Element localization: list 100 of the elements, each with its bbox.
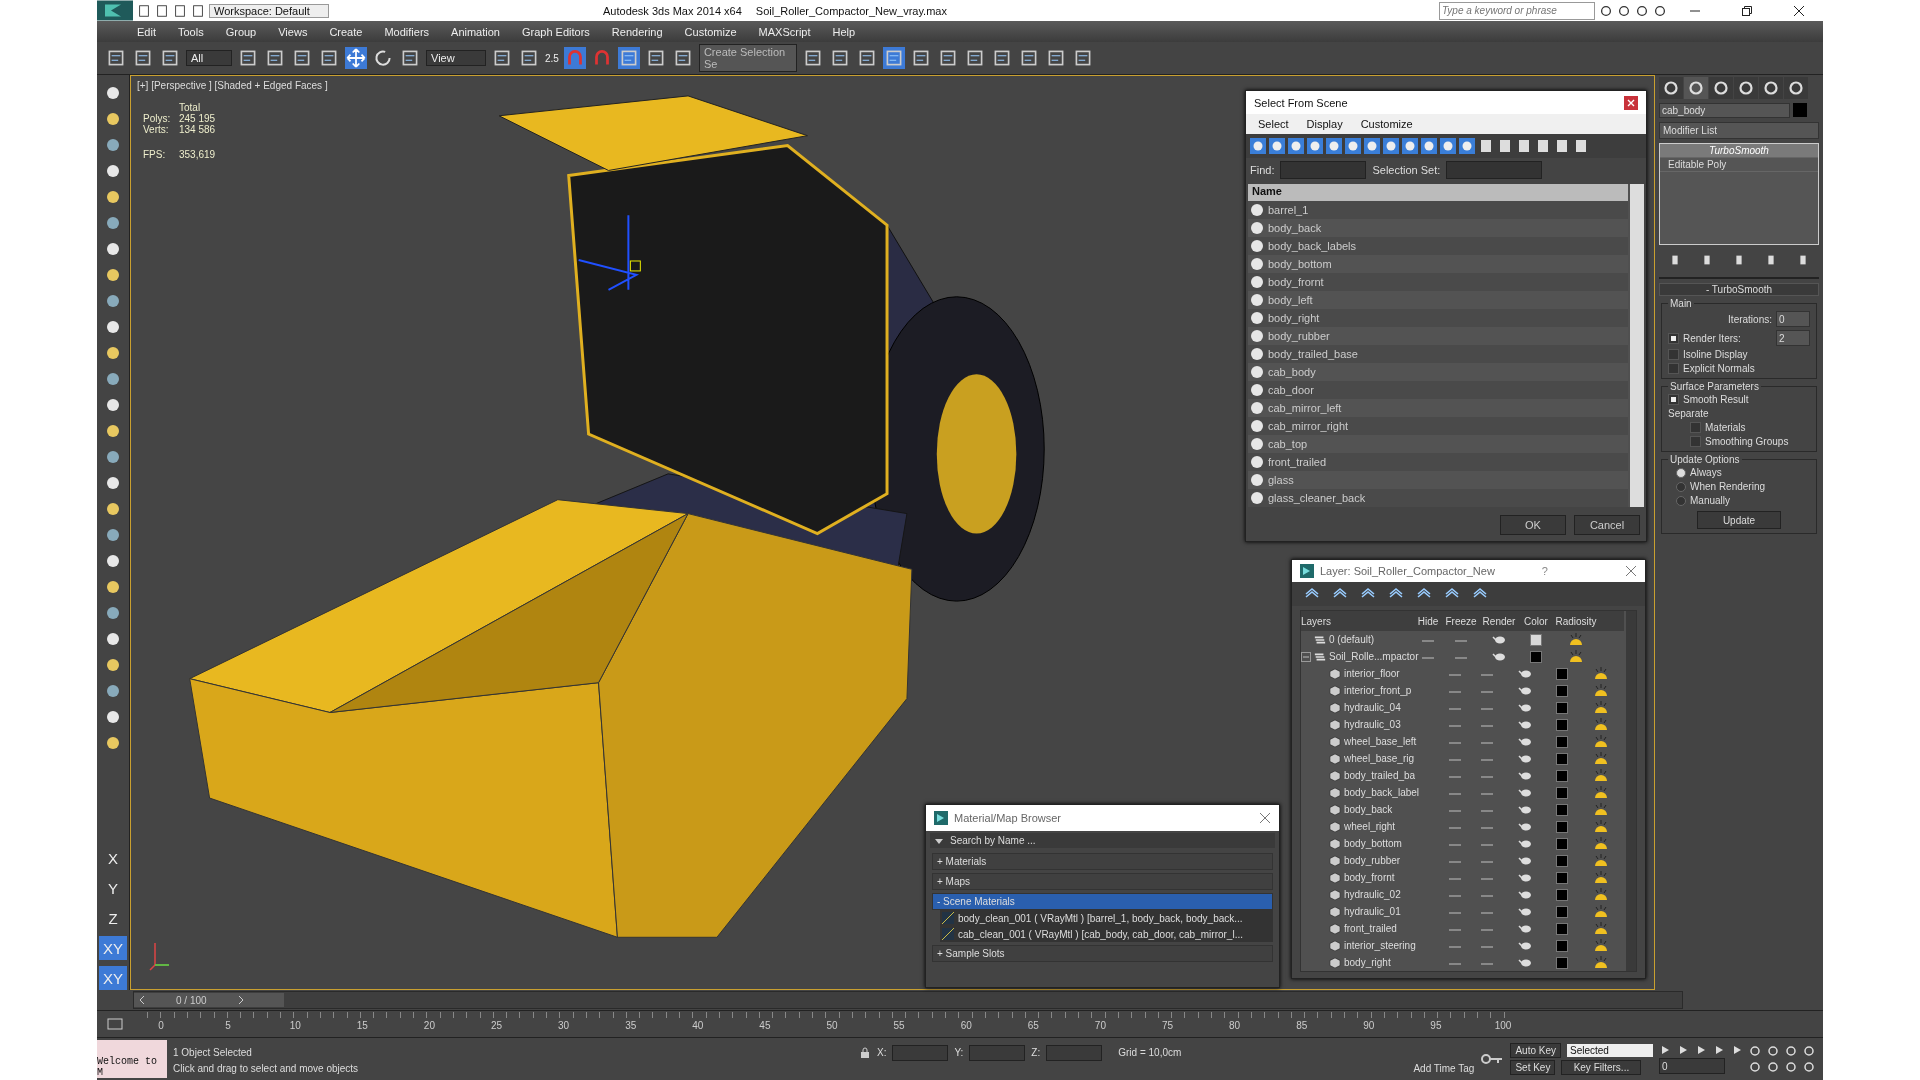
menu-item[interactable]: Rendering xyxy=(611,25,663,38)
menu-item[interactable]: Tools xyxy=(177,25,204,38)
sun-icon[interactable] xyxy=(1593,801,1610,816)
collapse-icon[interactable] xyxy=(1301,651,1311,662)
material-group-header[interactable]: - Scene Materials xyxy=(932,893,1273,910)
move-icon[interactable] xyxy=(345,47,367,69)
object-name[interactable]: wheel_right xyxy=(1344,821,1396,832)
radio-button[interactable] xyxy=(1676,481,1686,492)
checkbox[interactable] xyxy=(1668,363,1679,374)
help-tool-icon[interactable] xyxy=(1599,3,1613,18)
menu-item[interactable]: Animation xyxy=(451,25,500,38)
key-filters-button[interactable]: Key Filters... xyxy=(1561,1060,1642,1075)
sun-icon[interactable] xyxy=(1593,954,1610,969)
display-tool-icon[interactable] xyxy=(1554,138,1570,154)
viewport-navigation-icon[interactable] xyxy=(1749,1061,1761,1073)
type-filter-icon[interactable] xyxy=(1326,138,1342,154)
display-tool-icon[interactable] xyxy=(1516,138,1532,154)
menu-item[interactable]: Edit xyxy=(137,25,156,38)
object-list-item[interactable]: body_frornt xyxy=(1248,273,1628,291)
panel-tab-icon[interactable] xyxy=(1709,77,1733,99)
dialog-menu-item[interactable]: Select xyxy=(1258,118,1289,130)
object-list-item[interactable]: front_trailed xyxy=(1248,453,1628,471)
viewport-label[interactable]: [+] [Perspective ] [Shaded + Edged Faces ] xyxy=(137,80,328,91)
viewport-navigation-icon[interactable] xyxy=(1785,1045,1797,1057)
time-slider-thumb[interactable]: 0 / 100 xyxy=(134,993,284,1007)
y-coordinate-field[interactable] xyxy=(969,1044,1026,1061)
sun-icon[interactable] xyxy=(1593,767,1610,782)
axis-constraint-button[interactable]: Y xyxy=(99,876,127,900)
display-tool-icon[interactable] xyxy=(1573,138,1589,154)
color-swatch[interactable] xyxy=(1555,668,1568,681)
object-name[interactable]: front_trailed xyxy=(1344,923,1397,934)
rollout-header[interactable]: - TurboSmooth xyxy=(1659,283,1819,296)
track-bar-icon[interactable] xyxy=(107,1018,123,1030)
menu-item[interactable]: MAXScript xyxy=(758,25,811,38)
type-filter-icon[interactable] xyxy=(1269,138,1285,154)
color-swatch[interactable] xyxy=(1555,736,1568,749)
column-header[interactable]: Render xyxy=(1479,615,1519,627)
named-selection-dropdown[interactable]: Create Selection Se xyxy=(698,44,797,72)
object-list-item[interactable]: body_trailed_base xyxy=(1248,345,1628,363)
modifier-stack-item[interactable]: Editable Poly xyxy=(1660,158,1818,172)
auto-key-button[interactable]: Auto Key xyxy=(1510,1043,1561,1058)
object-list-item[interactable]: barrel_1 xyxy=(1248,201,1628,219)
sun-icon[interactable] xyxy=(1593,852,1610,867)
reference-coordinate-dropdown[interactable]: View xyxy=(426,50,486,66)
object-name[interactable]: interior_front_p xyxy=(1344,685,1412,696)
object-name[interactable]: wheel_base_left xyxy=(1344,736,1417,747)
checkbox[interactable] xyxy=(1690,436,1701,447)
sun-icon[interactable] xyxy=(1593,665,1610,680)
dialog-menu-item[interactable]: Display xyxy=(1306,118,1343,130)
axis-constraint-button[interactable]: XY xyxy=(99,936,127,960)
object-name[interactable]: body_trailed_ba xyxy=(1344,770,1416,781)
color-swatch[interactable] xyxy=(1555,770,1568,783)
help-tool-icon[interactable] xyxy=(1617,3,1631,18)
dialog-menu-item[interactable]: Customize xyxy=(1360,118,1413,130)
color-swatch[interactable] xyxy=(1530,634,1542,647)
search-field[interactable]: Search by Name ... xyxy=(948,834,1271,847)
object-name-field[interactable]: cab_body xyxy=(1659,103,1790,118)
object-name[interactable]: body_right xyxy=(1344,957,1391,968)
color-swatch[interactable] xyxy=(1555,702,1568,715)
object-name[interactable]: hydraulic_01 xyxy=(1344,906,1401,917)
color-swatch[interactable] xyxy=(1555,957,1568,970)
ok-button[interactable]: OK xyxy=(1500,515,1566,535)
viewport-navigation-icon[interactable] xyxy=(1803,1045,1815,1057)
update-button[interactable]: Update xyxy=(1697,511,1781,529)
menu-item[interactable]: Group xyxy=(225,25,257,38)
display-tool-icon[interactable] xyxy=(1478,138,1494,154)
checkbox[interactable] xyxy=(1668,349,1679,360)
panel-tab-icon[interactable] xyxy=(1684,77,1708,99)
sun-icon[interactable] xyxy=(1593,750,1610,765)
quick-access-icon[interactable] xyxy=(137,3,151,18)
object-name[interactable]: body_back xyxy=(1344,804,1393,815)
object-color-swatch[interactable] xyxy=(1793,103,1807,117)
x-coordinate-field[interactable] xyxy=(892,1044,949,1061)
column-header[interactable]: Hide xyxy=(1413,615,1443,627)
object-name[interactable]: hydraulic_04 xyxy=(1344,702,1401,713)
type-filter-icon[interactable] xyxy=(1345,138,1361,154)
viewport-navigation-icon[interactable] xyxy=(1803,1061,1815,1073)
material-group-header[interactable]: + Materials xyxy=(932,853,1273,870)
checkbox[interactable] xyxy=(1690,422,1701,433)
time-slider-track[interactable]: 0 / 100 xyxy=(133,991,1683,1009)
axis-constraint-button[interactable]: XY xyxy=(99,966,127,990)
column-header[interactable]: Radiosity xyxy=(1553,615,1599,627)
menu-item[interactable]: Graph Editors xyxy=(521,25,590,38)
color-swatch[interactable] xyxy=(1555,719,1568,732)
viewport-navigation-icon[interactable] xyxy=(1767,1061,1779,1073)
panel-tab-icon[interactable] xyxy=(1759,77,1783,99)
layer-name[interactable]: Soil_Rolle...mpactor xyxy=(1329,651,1419,662)
app-logo-icon[interactable] xyxy=(97,0,133,21)
sun-icon[interactable] xyxy=(1593,699,1610,714)
color-swatch[interactable] xyxy=(1555,838,1568,851)
object-name[interactable]: hydraulic_03 xyxy=(1344,719,1401,730)
color-swatch[interactable] xyxy=(1555,753,1568,766)
iterations-spinner[interactable]: 0 xyxy=(1776,311,1810,327)
column-header[interactable]: Freeze xyxy=(1443,615,1479,627)
checkbox[interactable] xyxy=(1668,394,1679,405)
color-swatch[interactable] xyxy=(1555,940,1568,953)
search-bar[interactable]: Search by Name ... xyxy=(930,833,1275,848)
sun-icon[interactable] xyxy=(1593,937,1610,952)
viewport-navigation-icon[interactable] xyxy=(1785,1061,1797,1073)
selection-set-field[interactable] xyxy=(1446,161,1543,179)
